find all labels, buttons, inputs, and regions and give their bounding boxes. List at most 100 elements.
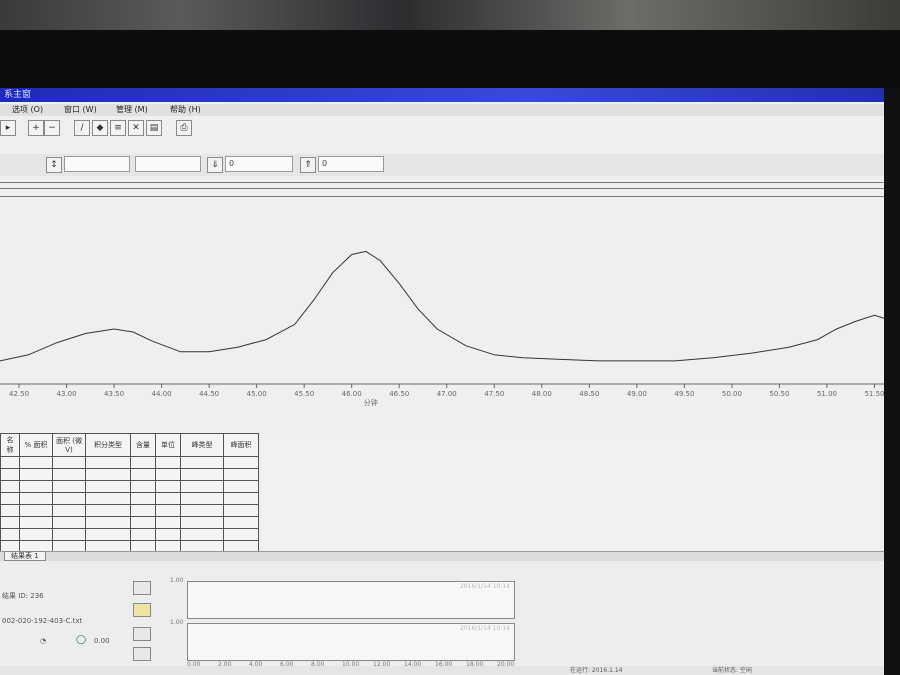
table-cell [19, 492, 53, 505]
table-cell [19, 516, 53, 529]
table-cell [85, 504, 131, 517]
table-cell [52, 516, 86, 529]
table-cell [223, 492, 259, 505]
result-id-text: 结果 ID: 236 [2, 592, 44, 600]
chromatogram-plot[interactable]: 42.50 43.00 43.50 44.00 44.50 45.00 45.50 46.00… [0, 198, 884, 413]
table-header-row: 名 称% 面积 面积 (微V) 积分类型 含量 单位 峰类型 峰面积 [0, 433, 259, 457]
table-cell [19, 456, 53, 469]
x-axis-label: 分钟 [364, 398, 378, 407]
table-row[interactable] [0, 456, 259, 469]
table-header-cell[interactable]: 含量 [130, 433, 156, 457]
x-tick-label: 45.00 [247, 390, 267, 398]
table-cell [52, 456, 86, 469]
table-cell [52, 480, 86, 493]
table-row[interactable] [0, 492, 259, 505]
table-cell [223, 528, 259, 541]
tool-zoom-out-icon[interactable]: − [44, 120, 60, 136]
x-tick-label: 46.50 [389, 390, 409, 398]
chromatogram-line [0, 250, 884, 362]
table-cell [0, 528, 20, 541]
x-tick-label: 48.00 [532, 390, 552, 398]
x-tick-label: 49.50 [674, 390, 694, 398]
field-value-2[interactable]: 0 [318, 156, 384, 172]
table-cell [52, 528, 86, 541]
table-cell [223, 516, 259, 529]
table-row[interactable] [0, 516, 259, 529]
tool-open-icon[interactable]: ▸ [0, 120, 16, 136]
tab-strip: 结果表 1 [0, 551, 884, 561]
tool-zoom-in-icon[interactable]: + [28, 120, 44, 136]
table-row[interactable] [0, 504, 259, 517]
table-cell [0, 504, 20, 517]
status-right: 当前状态: 空闲 [712, 667, 752, 674]
table-cell [180, 456, 224, 469]
table-header-cell[interactable]: 峰类型 [180, 433, 224, 457]
field-1[interactable] [64, 156, 130, 172]
table-cell [130, 504, 156, 517]
tool-cross-icon[interactable]: ✕ [128, 120, 144, 136]
tool-marker-icon[interactable]: ◆ [92, 120, 108, 136]
tool-align-icon[interactable]: ≡ [110, 120, 126, 136]
folder-icon[interactable] [133, 603, 151, 617]
menu-window[interactable]: 窗口 (W) [64, 104, 97, 116]
table-header-cell[interactable]: 积分类型 [85, 433, 131, 457]
table-header-cell[interactable]: 峰面积 [223, 433, 259, 457]
table-header-cell[interactable]: 面积 (微V) [52, 433, 86, 457]
table-cell [85, 528, 131, 541]
table-cell [0, 492, 20, 505]
app-window: 系主窗 选项 (O) 窗口 (W) 管理 (M) 帮助 (H) ▸ + − / … [0, 88, 884, 675]
tab-results-1[interactable]: 结果表 1 [4, 551, 46, 561]
panel-icon-4[interactable] [133, 647, 151, 661]
table-row[interactable] [0, 480, 259, 493]
toolbar-fields: ↕ ⇓ 0 ⇑ 0 [0, 154, 884, 176]
field-icon-3[interactable]: ⇑ [300, 157, 316, 173]
spin-icon[interactable]: ◔ [40, 637, 46, 645]
table-cell [180, 468, 224, 481]
table-cell [0, 456, 20, 469]
x-tick-label: 51.50 [864, 390, 884, 398]
table-cell [180, 516, 224, 529]
table-cell [130, 456, 156, 469]
mini-y-label-1: 1.00 [170, 577, 184, 584]
tool-line-icon[interactable]: / [74, 120, 90, 136]
menu-manage[interactable]: 管理 (M) [116, 104, 148, 116]
field-icon-2[interactable]: ⇓ [207, 157, 223, 173]
x-tick-label: 50.50 [769, 390, 789, 398]
print-icon[interactable]: ⎙ [176, 120, 192, 136]
table-cell [0, 468, 20, 481]
table-cell [130, 480, 156, 493]
table-cell [180, 528, 224, 541]
panel-icon-3[interactable] [133, 627, 151, 641]
table-cell [19, 480, 53, 493]
table-header-cell[interactable]: 单位 [155, 433, 181, 457]
result-file-text: 002-020-192-403-C.txt [2, 617, 83, 625]
tool-page-icon[interactable]: ▤ [146, 120, 162, 136]
x-tick-label: 44.50 [199, 390, 219, 398]
table-cell [19, 468, 53, 481]
bottom-panel: 结果 ID: 236 002-020-192-403-C.txt ◔ ◯ 0.0… [0, 561, 884, 675]
table-header-cell[interactable]: % 面积 [19, 433, 53, 457]
table-cell [155, 492, 181, 505]
title-bar: 系主窗 [0, 88, 884, 102]
table-cell [85, 492, 131, 505]
results-table: 名 称% 面积 面积 (微V) 积分类型 含量 单位 峰类型 峰面积 [0, 433, 259, 553]
field-icon-1[interactable]: ↕ [46, 157, 62, 173]
table-cell [19, 528, 53, 541]
toolbar-icons: ▸ + − / ◆ ≡ ✕ ▤ ⎙ [0, 118, 884, 138]
mini-plot-2: 2016/1/14 10:14 [187, 623, 515, 661]
table-row[interactable] [0, 468, 259, 481]
table-cell [85, 480, 131, 493]
table-cell [0, 480, 20, 493]
table-cell [155, 468, 181, 481]
menu-options[interactable]: 选项 (O) [12, 104, 43, 116]
field-value-1[interactable]: 0 [225, 156, 293, 172]
menu-help[interactable]: 帮助 (H) [170, 104, 201, 116]
field-2[interactable] [135, 156, 201, 172]
panel-icon-1[interactable] [133, 581, 151, 595]
table-cell [180, 504, 224, 517]
table-row[interactable] [0, 528, 259, 541]
divider-line [0, 188, 884, 189]
table-cell [155, 504, 181, 517]
table-header-cell[interactable]: 名 称 [0, 433, 20, 457]
table-cell [0, 516, 20, 529]
